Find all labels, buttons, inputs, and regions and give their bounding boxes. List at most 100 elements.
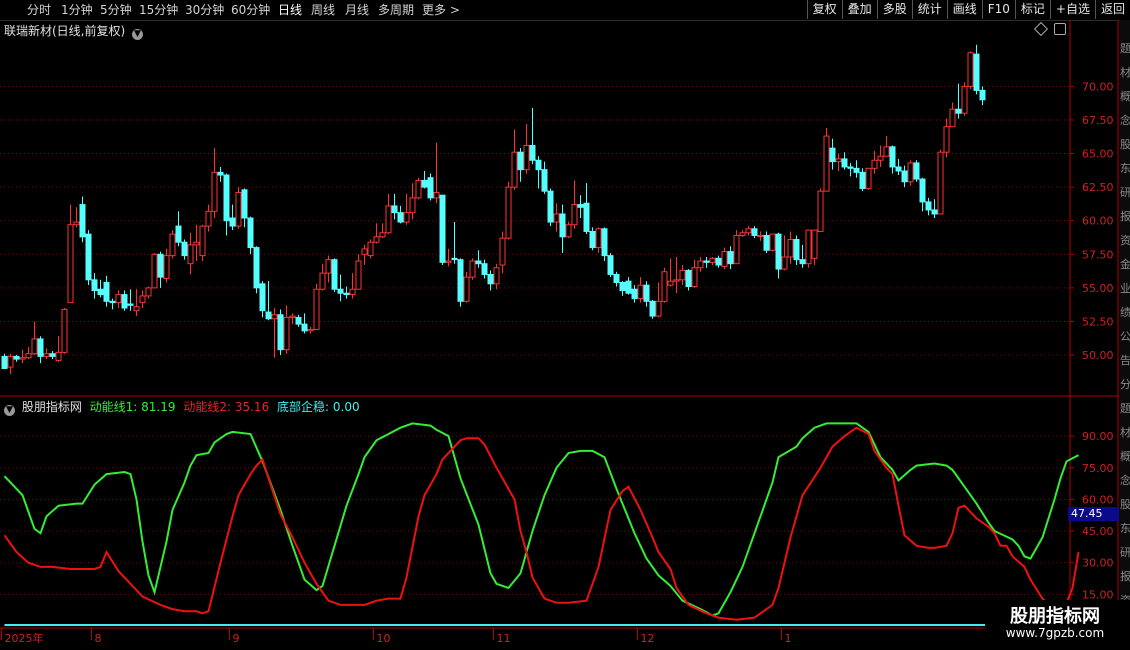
line2-legend: 动能线2: 35.16: [183, 400, 270, 414]
candle-body-up: [949, 108, 956, 128]
strip-glyph: 研: [1120, 186, 1130, 199]
candle-body-up: [25, 353, 32, 359]
candle-body-down: [559, 213, 566, 238]
indicator-tick-label: 90.00: [1082, 430, 1114, 443]
candle-body-down: [529, 144, 536, 161]
strip-glyph: 材: [1120, 426, 1130, 439]
time-tick-label: 1: [785, 632, 792, 645]
candle-body-down: [589, 230, 596, 249]
candle-body-down: [223, 174, 230, 222]
price-tick-label: 60.00: [1082, 215, 1114, 228]
candle-body-up: [523, 144, 530, 171]
candle-body-down: [577, 204, 584, 208]
candle-body-down: [217, 171, 224, 176]
candle-body-up: [655, 300, 662, 317]
indicator-tick-label: 75.00: [1082, 462, 1114, 475]
price-tick-label: 52.50: [1082, 315, 1114, 328]
strip-glyph: 念: [1120, 474, 1130, 487]
candle-body-down: [715, 257, 722, 266]
candle-body-up: [733, 234, 740, 265]
strip-glyph: 东: [1120, 162, 1130, 175]
candle-body-down: [343, 292, 350, 296]
candle-body-up: [511, 151, 518, 188]
strip-glyph: 股: [1120, 498, 1130, 511]
candle-body-down: [295, 316, 302, 325]
candle-body-down: [763, 234, 770, 251]
candle-body-up: [163, 255, 170, 279]
candle-body-up: [505, 186, 512, 239]
candle-body-up: [637, 284, 644, 300]
candle-body-up: [355, 260, 362, 290]
candle-body-up: [961, 85, 968, 114]
candle-body-down: [613, 273, 620, 283]
watermark: 股朋指标网 www.7gpzb.com: [985, 600, 1130, 650]
candle-body-down: [265, 311, 272, 320]
candle-body-down: [79, 204, 86, 238]
candle-body-up: [403, 212, 410, 223]
candle-body-down: [157, 253, 164, 278]
indicator-panel-title[interactable]: ▼ 股朋指标网 动能线1: 81.19 动能线2: 35.16 底部企稳: 0.…: [4, 398, 360, 416]
candle-body-up: [493, 267, 500, 285]
candle-body-down: [625, 280, 632, 294]
candle-body-up: [325, 259, 332, 274]
strip-glyph: 研: [1120, 546, 1130, 559]
candle-body-down: [109, 300, 116, 304]
candle-body-down: [259, 283, 266, 312]
strip-glyph: 念: [1120, 114, 1130, 127]
right-info-strip[interactable]: 题材概念股东研报资金业绩公告分题材概念股东研报资: [1119, 20, 1130, 650]
candle-body-down: [901, 170, 908, 183]
candle-body-down: [277, 314, 284, 351]
candle-body-up: [553, 213, 560, 223]
candle-body-up: [883, 146, 890, 157]
chevron-down-icon[interactable]: ▼: [132, 29, 144, 40]
candle-body-up: [169, 233, 176, 257]
candle-body-down: [1, 355, 8, 369]
candle-body-up: [139, 295, 146, 304]
candle-body-down: [103, 281, 110, 302]
candle-body-up: [211, 171, 218, 212]
candle-body-down: [439, 194, 446, 263]
candle-body-down: [535, 159, 542, 171]
candle-body-up: [151, 253, 158, 289]
candle-body-up: [19, 357, 26, 360]
candle-body-up: [787, 239, 794, 258]
candle-body-down: [649, 300, 656, 317]
candle-body-up: [907, 162, 914, 183]
candle-body-down: [397, 212, 404, 223]
candle-body-down: [301, 323, 308, 332]
candle-body-down: [37, 338, 44, 357]
candle-body-up: [877, 155, 884, 161]
candle-body-up: [463, 276, 470, 302]
window-restore-icon[interactable]: [1054, 23, 1066, 35]
strip-glyph: 题: [1120, 42, 1130, 55]
candle-body-up: [679, 269, 686, 281]
candle-body-down: [799, 259, 806, 265]
candle-body-up: [817, 190, 824, 232]
time-tick-label: 11: [497, 632, 511, 645]
price-tick-label: 62.50: [1082, 181, 1114, 194]
candle-body-down: [391, 205, 398, 214]
candle-body-up: [805, 229, 812, 265]
candle-body-up: [313, 288, 320, 331]
candle-body-up: [745, 228, 752, 234]
candle-body-down: [421, 179, 428, 188]
price-tick-label: 50.00: [1082, 349, 1114, 362]
main-panel-title[interactable]: 联瑞新材(日线,前复权) ▼: [4, 22, 144, 40]
candle-body-up: [7, 355, 14, 368]
candle-body-down: [847, 166, 854, 169]
indicator-line-2: [3, 426, 1080, 621]
price-tick-label: 67.50: [1082, 114, 1114, 127]
candle-body-up: [67, 224, 74, 304]
time-tick-label: 8: [95, 632, 102, 645]
chevron-down-icon[interactable]: ▼: [4, 405, 15, 416]
candle-body-up: [319, 272, 326, 290]
candle-body-up: [571, 204, 578, 226]
candle-body-up: [307, 329, 314, 332]
line1-legend: 动能线1: 81.19: [89, 400, 176, 414]
line3-legend: 底部企稳: 0.00: [277, 400, 360, 414]
candle-body-down: [475, 260, 482, 265]
candle-body-down: [337, 288, 344, 294]
candle-body-up: [55, 351, 62, 361]
stock-title: 联瑞新材(日线,前复权): [4, 24, 126, 38]
candle-body-down: [547, 190, 554, 223]
